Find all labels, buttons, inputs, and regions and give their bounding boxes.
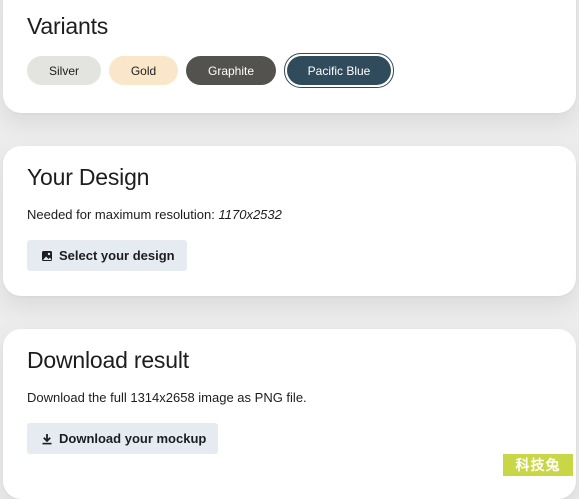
download-icon (41, 433, 53, 445)
watermark-logo: 科技兔 (503, 454, 573, 476)
download-mockup-label: Download your mockup (59, 431, 206, 446)
design-resolution-label: Needed for maximum resolution: (27, 207, 215, 222)
selected-variant-outline: Pacific Blue (284, 53, 394, 88)
select-design-button[interactable]: Select your design (27, 240, 187, 271)
download-description: Download the full 1314x2658 image as PNG… (27, 390, 307, 405)
variant-chip-group: Silver Gold Graphite Pacific Blue (27, 53, 394, 88)
design-title: Your Design (27, 164, 149, 191)
design-resolution-value: 1170x2532 (218, 207, 281, 222)
variant-chip-graphite[interactable]: Graphite (186, 56, 276, 85)
download-card: Download result Download the full 1314x2… (3, 329, 576, 499)
image-icon (41, 250, 53, 262)
variant-chip-silver[interactable]: Silver (27, 56, 101, 85)
download-title: Download result (27, 347, 189, 374)
variants-card: Variants Silver Gold Graphite Pacific Bl… (3, 0, 576, 113)
design-resolution-text: Needed for maximum resolution: 1170x2532 (27, 207, 282, 222)
variant-chip-gold[interactable]: Gold (109, 56, 178, 85)
design-card: Your Design Needed for maximum resolutio… (3, 146, 576, 296)
variants-title: Variants (27, 13, 108, 40)
select-design-label: Select your design (59, 248, 175, 263)
variant-chip-pacific-blue[interactable]: Pacific Blue (287, 56, 391, 85)
download-mockup-button[interactable]: Download your mockup (27, 423, 218, 454)
